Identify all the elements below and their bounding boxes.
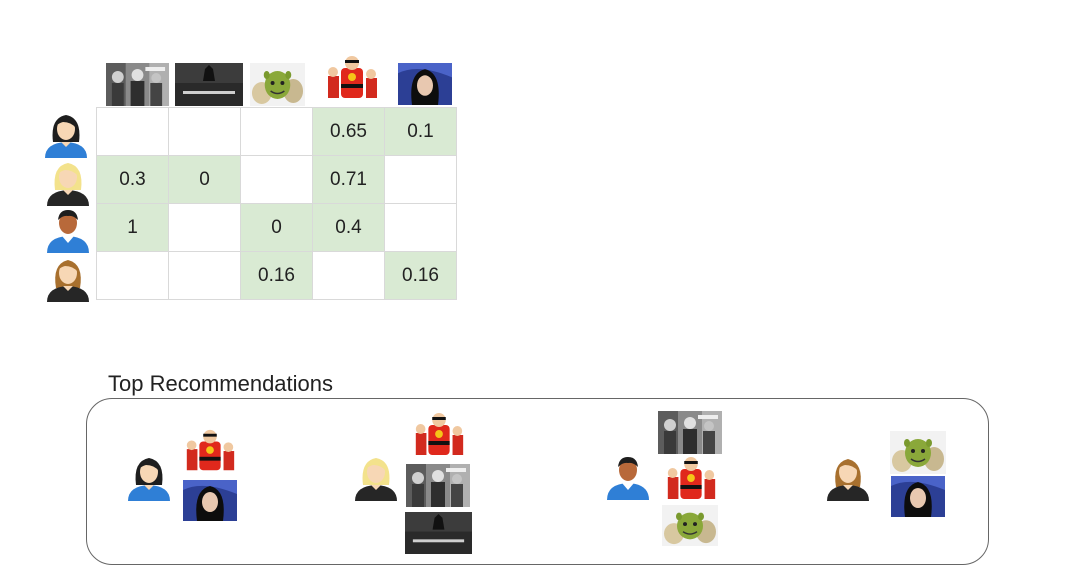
- ratings-matrix: 0.65 0.1 0.3 0 0.71 1 0 0.4 0.16 0.16: [96, 107, 457, 300]
- rating-cell: [168, 251, 241, 300]
- superhero-family-poster-icon: [662, 455, 720, 505]
- woman-dark-hair-avatar-icon: [41, 110, 91, 158]
- woman-dark-hair-avatar-icon: [124, 453, 174, 501]
- ogre-poster-icon: [250, 63, 305, 106]
- woman-blonde-hair-avatar-icon: [351, 453, 401, 501]
- rating-cell: 0.4: [312, 203, 385, 252]
- rating-cell: [312, 251, 385, 300]
- rating-cell: 0: [168, 155, 241, 204]
- superhero-family-poster-icon: [410, 411, 468, 461]
- matrix-row: 1 0 0.4: [96, 203, 457, 252]
- man-short-hair-avatar-icon: [43, 205, 93, 253]
- ogre-poster-icon: [662, 505, 718, 546]
- rating-cell: 0.16: [384, 251, 457, 300]
- recommendations-title: Top Recommendations: [108, 371, 334, 396]
- rating-cell: [240, 155, 313, 204]
- dark-knight-poster-icon: [405, 512, 472, 554]
- superhero-family-poster-icon: [181, 428, 239, 476]
- rating-cell: 0.71: [312, 155, 385, 204]
- matrix-row: 0.16 0.16: [96, 251, 457, 300]
- woman-blonde-hair-avatar-icon: [43, 158, 93, 206]
- rating-cell: [384, 155, 457, 204]
- dark-action-poster-icon: [406, 464, 470, 507]
- matrix-row: 0.3 0 0.71: [96, 155, 457, 204]
- superhero-family-poster-icon: [322, 54, 382, 104]
- woman-portrait-poster-icon: [891, 476, 945, 517]
- rating-cell: 0.65: [312, 107, 385, 156]
- rating-cell: [96, 107, 169, 156]
- dark-knight-poster-icon: [175, 63, 243, 106]
- dark-action-poster-icon: [106, 63, 169, 106]
- rating-cell: 0.16: [240, 251, 313, 300]
- dark-action-poster-icon: [658, 411, 722, 454]
- rating-cell: 0.1: [384, 107, 457, 156]
- matrix-row: 0.65 0.1: [96, 107, 457, 156]
- woman-portrait-poster-icon: [183, 480, 237, 521]
- rating-cell: [384, 203, 457, 252]
- rating-cell: 0.3: [96, 155, 169, 204]
- woman-brown-hair-avatar-icon: [43, 254, 93, 302]
- ogre-poster-icon: [890, 431, 946, 474]
- woman-brown-hair-avatar-icon: [823, 453, 873, 501]
- rating-cell: 0: [240, 203, 313, 252]
- woman-portrait-poster-icon: [398, 63, 452, 105]
- rating-cell: [168, 203, 241, 252]
- rating-cell: [168, 107, 241, 156]
- man-short-hair-avatar-icon: [603, 452, 653, 500]
- rating-cell: 1: [96, 203, 169, 252]
- rating-cell: [240, 107, 313, 156]
- rating-cell: [96, 251, 169, 300]
